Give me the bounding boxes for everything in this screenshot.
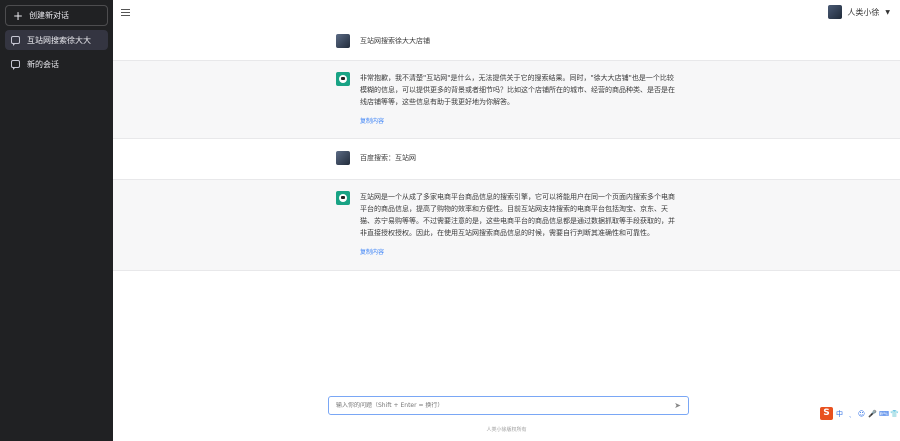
menu-icon[interactable] — [121, 8, 130, 16]
caret-down-icon: ▼ — [885, 8, 890, 16]
message-row-user: 互站网搜索徐大大店铺 — [113, 24, 900, 61]
sidebar-item-label: 新的会话 — [27, 59, 59, 69]
chat-input-box[interactable]: ➤ — [328, 396, 689, 415]
footer-copyright: 人类小徐版权所有 — [486, 427, 527, 433]
sogou-logo-icon[interactable]: S — [820, 407, 833, 420]
message-row-bot: 非常抱歉，我不清楚"互站网"是什么，无法提供关于它的搜索结果。同时，"徐大大店铺… — [113, 61, 900, 139]
message-text: 非常抱歉，我不清楚"互站网"是什么，无法提供关于它的搜索结果。同时，"徐大大店铺… — [360, 74, 675, 106]
message-text: 互站网是一个从成了多家电商平台商品信息的搜索引擎，它可以将能用户在同一个页面内搜… — [360, 193, 675, 237]
sidebar: + 创建新对话 互站网搜索徐大大 新的会话 — [0, 0, 113, 441]
sidebar-item-label: 互站网搜索徐大大 — [27, 35, 91, 45]
topbar: 人类小徐 ▼ — [113, 0, 900, 24]
message-row-bot: 互站网是一个从成了多家电商平台商品信息的搜索引擎，它可以将能用户在同一个页面内搜… — [113, 180, 900, 271]
message-icon — [11, 36, 20, 46]
user-avatar — [336, 34, 350, 48]
send-icon[interactable]: ➤ — [674, 401, 681, 410]
avatar — [828, 5, 843, 19]
keyboard-icon[interactable]: ⌨ — [879, 410, 889, 418]
copy-content-link[interactable]: 复制内容 — [360, 116, 676, 125]
microphone-icon[interactable]: 🎤 — [868, 410, 877, 418]
chat-main: 人类小徐 ▼ 互站网搜索徐大大店铺 非常抱歉，我不清楚"互站网"是什么，无法提供… — [113, 0, 900, 441]
question-input[interactable] — [336, 402, 675, 409]
message-icon — [11, 60, 20, 70]
message-row-user: 百度搜索：互站网 — [113, 139, 900, 180]
new-chat-label: 创建新对话 — [29, 11, 70, 20]
copy-content-link[interactable]: 复制内容 — [360, 247, 676, 256]
bot-avatar — [336, 191, 350, 205]
new-chat-button[interactable]: + 创建新对话 — [5, 5, 108, 26]
user-name: 人类小徐 — [847, 7, 880, 17]
message-text: 百度搜索：互站网 — [360, 154, 416, 162]
emoji-icon[interactable]: ☺ — [857, 410, 866, 418]
punctuation-icon[interactable]: ˎ — [846, 410, 855, 418]
user-avatar — [336, 151, 350, 165]
sidebar-item-conversation[interactable]: 互站网搜索徐大大 — [5, 30, 108, 50]
user-menu[interactable]: 人类小徐 ▼ — [828, 5, 890, 19]
plus-icon: + — [13, 8, 24, 23]
ime-toolbar: S 中 ˎ ☺ 🎤 ⌨ 👕 ⋮⋮ — [820, 407, 900, 420]
chinese-mode-icon[interactable]: 中 — [835, 409, 844, 419]
sidebar-item-conversation[interactable]: 新的会话 — [5, 54, 108, 74]
bot-avatar — [336, 72, 350, 86]
message-text: 互站网搜索徐大大店铺 — [360, 37, 430, 45]
skin-icon[interactable]: 👕 — [890, 410, 899, 418]
